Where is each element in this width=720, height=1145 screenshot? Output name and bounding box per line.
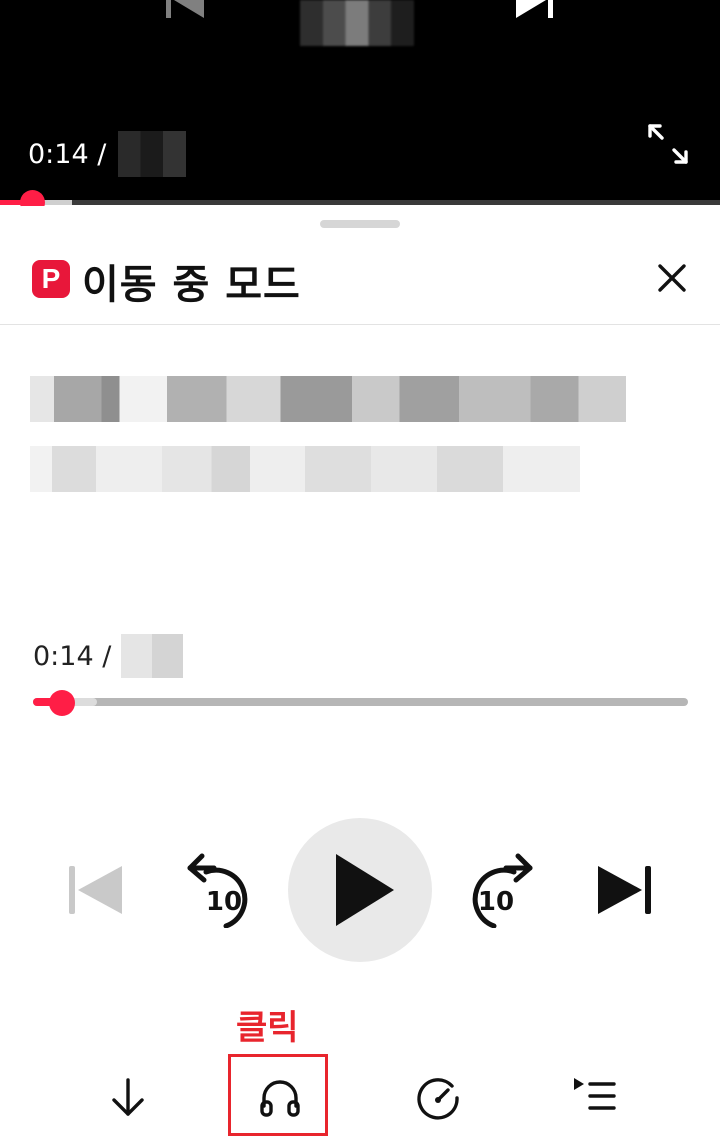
blurred-video-title [30, 376, 626, 422]
background-play-sheet: P 이동 중 모드 0:14 / 10 10 클릭 [0, 206, 720, 1145]
premium-badge: P [32, 260, 70, 298]
sheet-progress-thumb[interactable] [49, 690, 75, 716]
video-player[interactable]: 0:14 / [0, 0, 720, 215]
play-button[interactable] [288, 818, 432, 962]
blurred-duration [121, 634, 184, 678]
play-icon [336, 854, 394, 926]
video-time-display: 0:14 / [28, 131, 187, 177]
sheet-title: 이동 중 모드 [82, 262, 301, 308]
close-icon[interactable] [652, 258, 692, 298]
skip-previous-icon[interactable] [66, 864, 126, 916]
speed-icon[interactable] [414, 1074, 462, 1122]
blurred-channel-name [30, 446, 580, 492]
sheet-current-time: 0:14 / [33, 640, 112, 672]
drag-handle[interactable] [320, 220, 400, 228]
sheet-time-display: 0:14 / [33, 634, 184, 678]
forward-10-icon[interactable]: 10 [458, 848, 534, 928]
playlist-icon[interactable] [570, 1072, 618, 1120]
blurred-duration [118, 131, 187, 177]
blurred-video-frame [300, 0, 414, 46]
fullscreen-icon[interactable] [646, 122, 690, 166]
video-current-time: 0:14 / [28, 138, 107, 170]
video-progress-track[interactable] [0, 200, 720, 205]
video-next-icon[interactable] [514, 0, 554, 20]
download-icon[interactable] [104, 1074, 152, 1122]
skip-next-icon[interactable] [594, 864, 654, 916]
video-previous-icon[interactable] [166, 0, 206, 20]
headphones-icon[interactable] [256, 1074, 304, 1122]
sheet-header: P 이동 중 모드 [0, 240, 720, 325]
rewind-10-icon[interactable]: 10 [186, 848, 262, 928]
click-annotation-label: 클릭 [236, 1008, 299, 1048]
forward-10-label: 10 [478, 887, 514, 917]
rewind-10-label: 10 [206, 887, 242, 917]
sheet-progress-track[interactable] [33, 698, 688, 706]
